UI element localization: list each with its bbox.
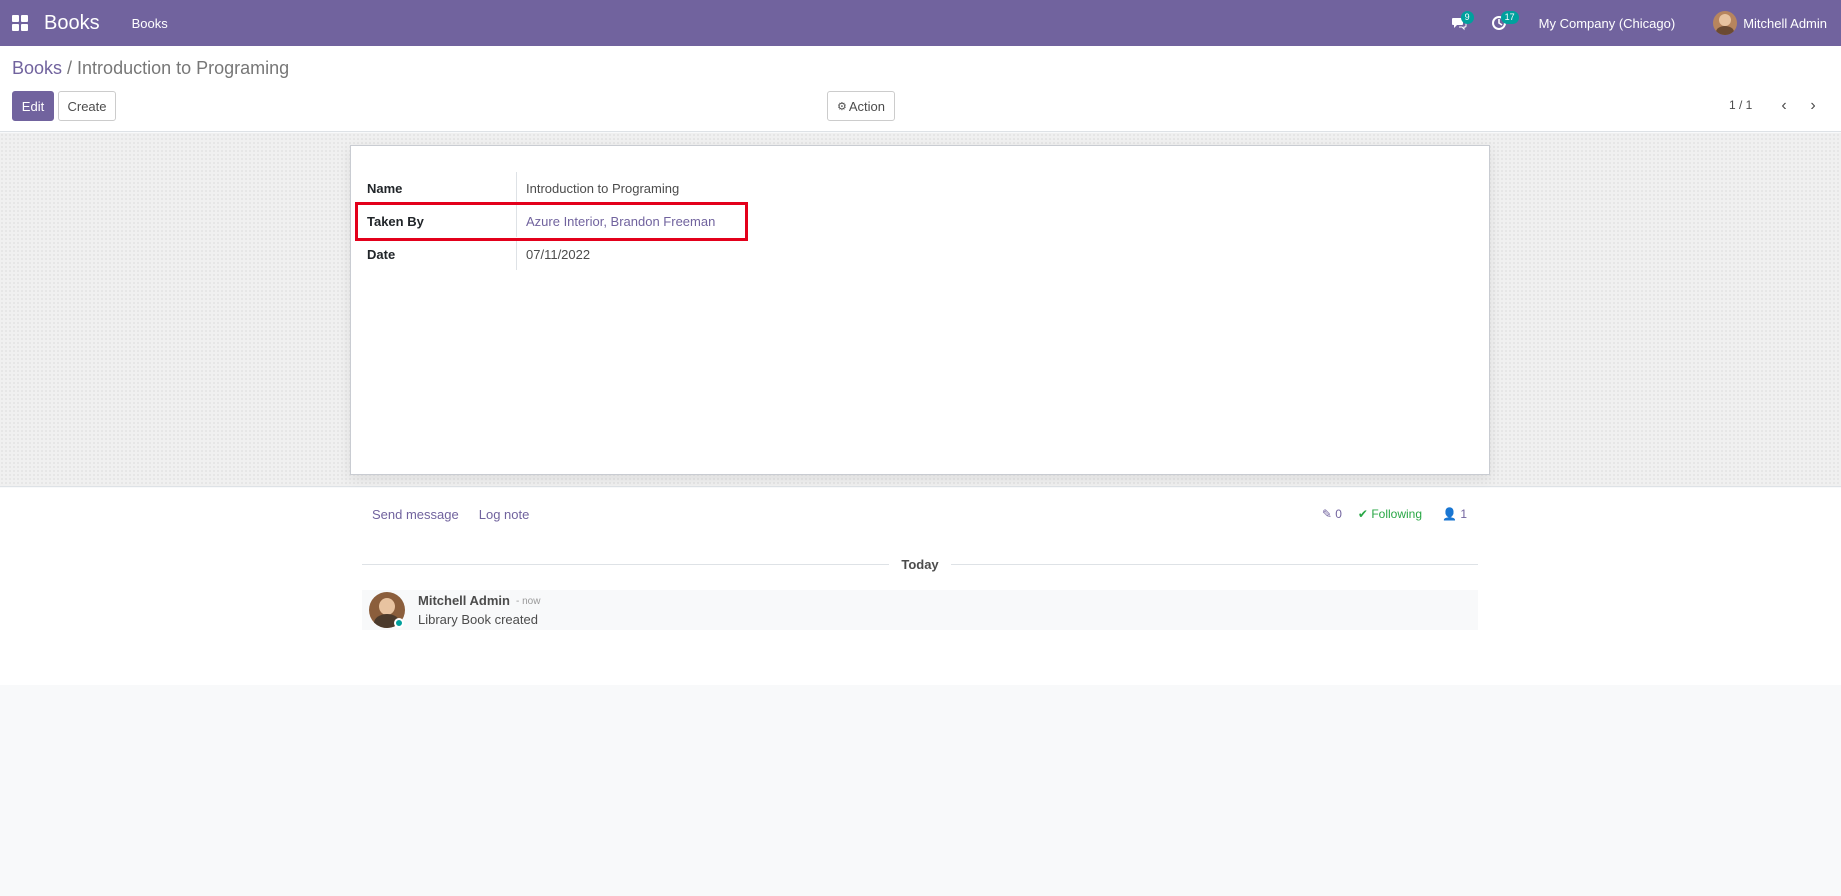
check-icon: ✔ <box>1357 507 1368 521</box>
pager-value[interactable]: 1 / 1 <box>1729 98 1752 112</box>
breadcrumb: Books / Introduction to Programing <box>12 58 289 79</box>
user-name: Mitchell Admin <box>1743 15 1827 31</box>
action-button[interactable]: ⚙ Action <box>827 91 895 121</box>
attachments-button[interactable]: ✎ 0 <box>1322 507 1342 521</box>
field-label-date: Date <box>367 238 517 270</box>
date-separator-label: Today <box>901 556 939 572</box>
chatter-topbar: Send message Log note <box>372 507 549 522</box>
activity-menu[interactable]: 17 <box>1479 0 1519 46</box>
chatter-actions: ✎ 0 ✔ Following 👤 1 <box>1322 507 1467 521</box>
message-author[interactable]: Mitchell Admin <box>418 593 510 608</box>
breadcrumb-separator: / <box>62 58 78 78</box>
field-label-name: Name <box>367 172 517 204</box>
user-avatar <box>1713 11 1738 35</box>
send-message-button[interactable]: Send message <box>372 507 459 522</box>
edit-button[interactable]: Edit <box>12 91 54 121</box>
following-label: Following <box>1371 507 1423 521</box>
highlight-box <box>355 202 748 241</box>
chevron-left-icon[interactable]: ‹ <box>1774 96 1794 116</box>
messages-badge: 9 <box>1460 11 1474 24</box>
user-icon: 👤 <box>1442 507 1457 521</box>
date-separator: Today <box>362 556 1479 572</box>
app-name[interactable]: Books <box>44 12 100 35</box>
gear-icon: ⚙ <box>836 100 847 113</box>
attachments-count: 0 <box>1335 507 1342 521</box>
field-value-date: 07/11/2022 <box>526 246 591 262</box>
create-button[interactable]: Create <box>58 91 116 121</box>
control-panel: Books / Introduction to Programing Edit … <box>0 46 1841 132</box>
paperclip-icon: ✎ <box>1321 507 1332 521</box>
menu-books[interactable]: Books <box>132 16 168 31</box>
messaging-menu[interactable]: 9 <box>1439 0 1479 46</box>
chatter: Send message Log note ✎ 0 ✔ Following 👤 … <box>0 488 1841 685</box>
message-time: - now <box>516 596 541 607</box>
activities-badge: 17 <box>1500 11 1519 24</box>
apps-menu-icon[interactable] <box>0 0 40 46</box>
user-menu[interactable]: Mitchell Admin <box>1713 11 1827 35</box>
online-status-icon <box>394 618 404 628</box>
action-label: Action <box>848 98 885 114</box>
breadcrumb-current: Introduction to Programing <box>77 58 290 78</box>
field-value-name: Introduction to Programing <box>526 180 680 196</box>
message-body: Library Book created <box>418 612 538 627</box>
breadcrumb-books-link[interactable]: Books <box>12 58 62 78</box>
top-navbar: Books Books 9 17 My Company (Chicago) Mi… <box>0 0 1841 46</box>
following-button[interactable]: ✔ Following <box>1358 507 1422 521</box>
log-note-button[interactable]: Log note <box>479 507 530 522</box>
systray: 9 17 My Company (Chicago) Mitchell Admin <box>1439 0 1841 46</box>
company-switcher[interactable]: My Company (Chicago) <box>1539 16 1676 31</box>
followers-count: 1 <box>1460 507 1467 521</box>
field-row-name: Name Introduction to Programing <box>367 172 1107 204</box>
form-sheet: Name Introduction to Programing Taken By… <box>350 145 1490 475</box>
chatter-message: Mitchell Admin - now Library Book create… <box>362 590 1478 630</box>
field-row-date: Date 07/11/2022 <box>367 238 1107 270</box>
followers-button[interactable]: 👤 1 <box>1442 507 1467 521</box>
chevron-right-icon[interactable]: › <box>1803 96 1823 116</box>
